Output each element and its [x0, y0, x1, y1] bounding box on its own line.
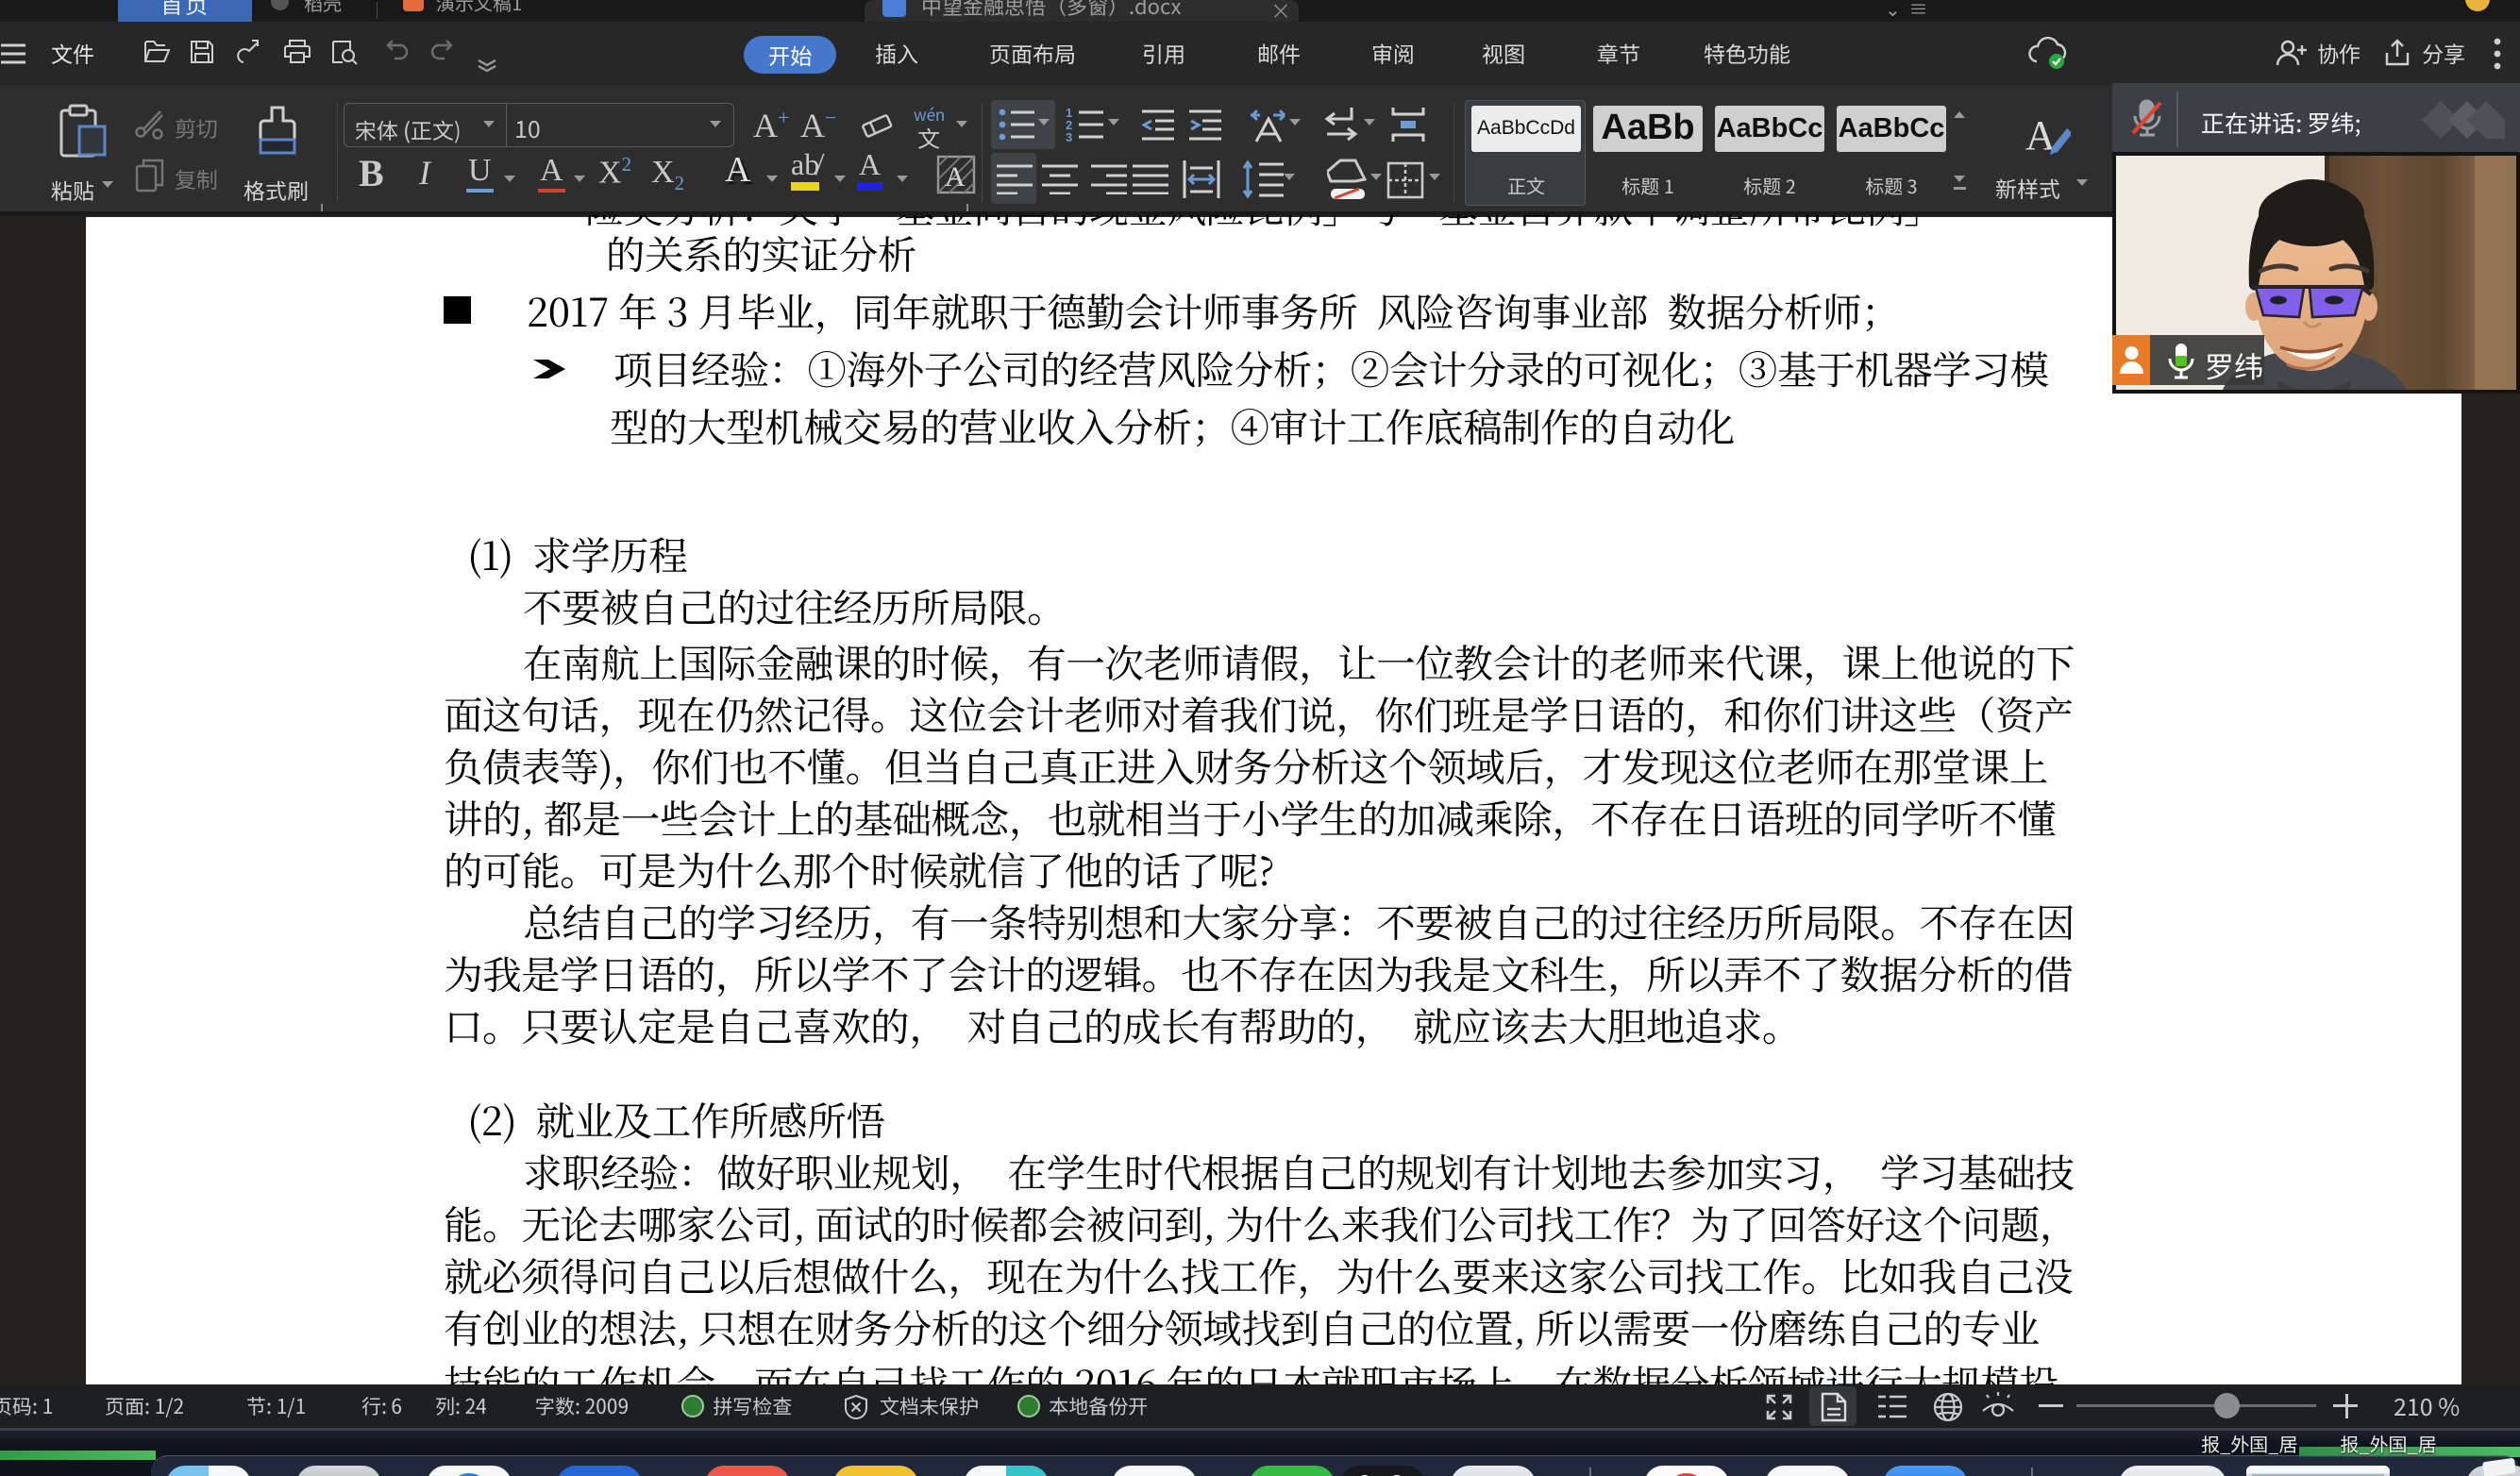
- svg-text:A: A: [945, 161, 966, 193]
- svg-text:3: 3: [1066, 130, 1072, 142]
